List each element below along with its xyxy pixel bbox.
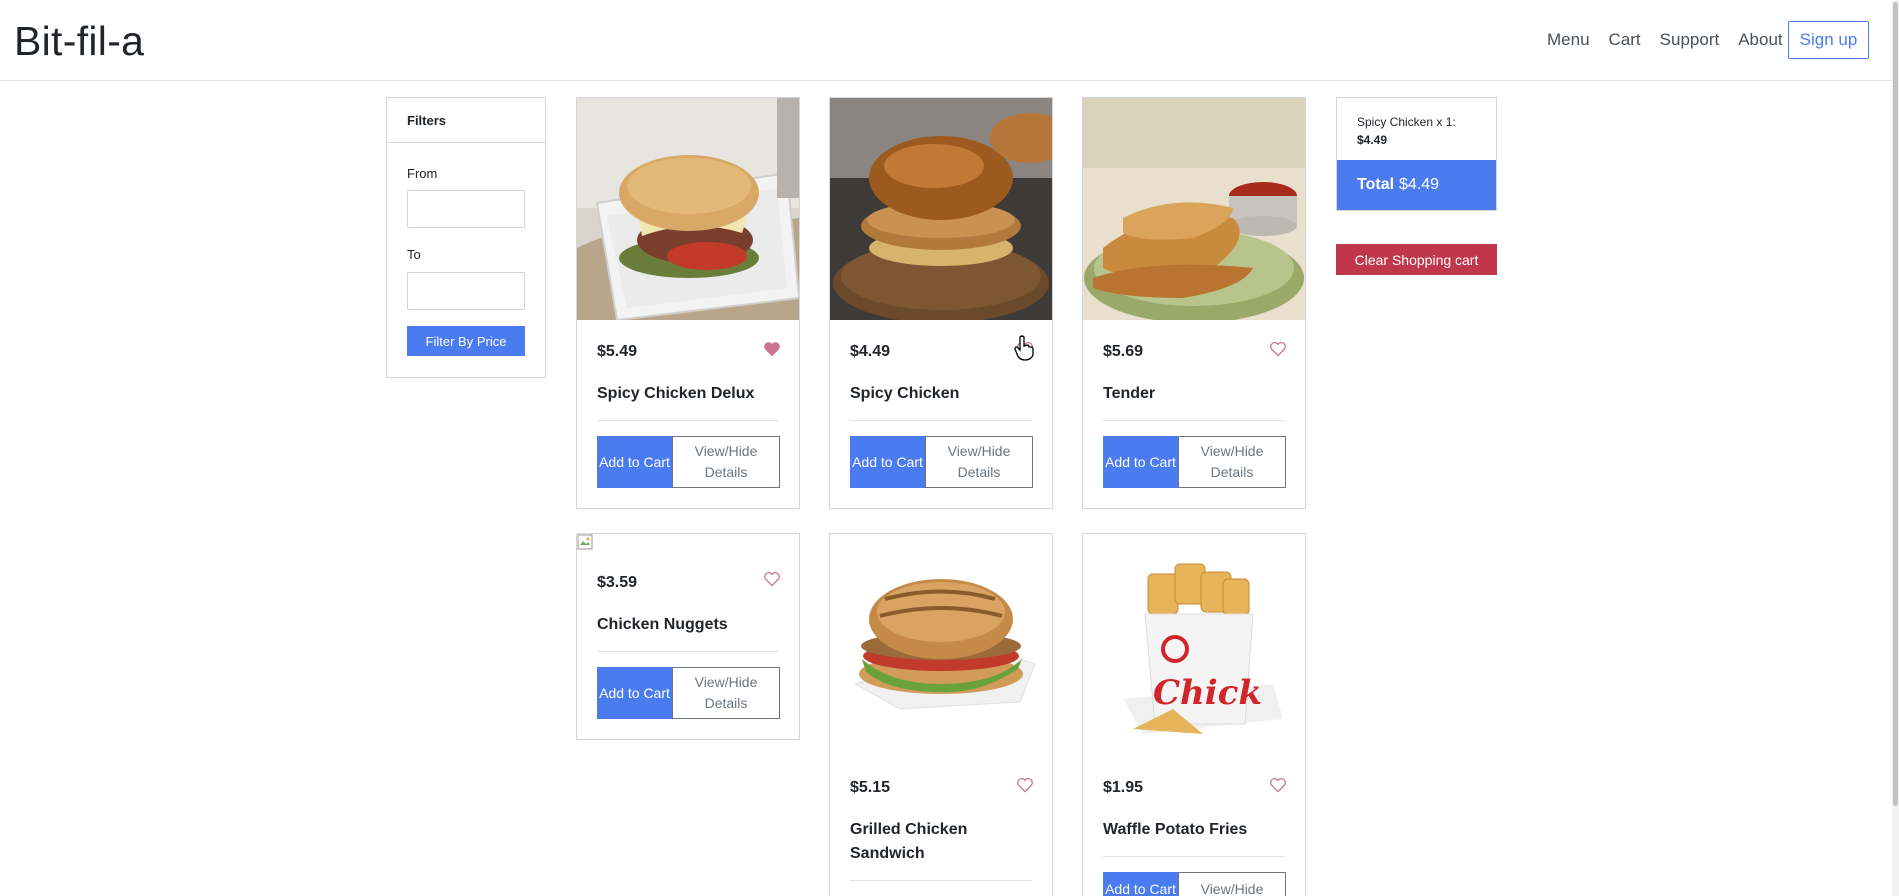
divider	[597, 420, 779, 421]
product-price: $5.69	[1103, 343, 1144, 360]
product-price: $4.49	[850, 343, 891, 360]
brand-logo[interactable]: Bit-fil-a	[14, 18, 144, 65]
view-details-button[interactable]: View/Hide Details	[1178, 436, 1286, 488]
to-label: To	[407, 247, 421, 262]
heart-outline-icon[interactable]	[763, 571, 781, 587]
add-to-cart-button[interactable]: Add to Cart	[1103, 872, 1178, 896]
product-price: $3.59	[597, 574, 638, 591]
heart-outline-icon[interactable]	[1016, 777, 1034, 793]
divider	[850, 880, 1032, 881]
svg-text:Chick: Chick	[1153, 673, 1262, 713]
spicy-chicken-deluxe-image	[577, 98, 799, 320]
product-name: Waffle Potato Fries	[1103, 821, 1248, 838]
divider	[850, 420, 1032, 421]
cart-item-text: Spicy Chicken x 1:	[1357, 115, 1456, 129]
scrollbar-thumb[interactable]	[1893, 2, 1898, 806]
top-navbar: Bit-fil-a Menu Cart Support About Sign u…	[0, 0, 1899, 81]
from-label: From	[407, 166, 438, 181]
product-card: Chick $1.95 Waffle Potato Fries Add to C…	[1082, 533, 1306, 896]
product-name: Spicy Chicken	[850, 385, 960, 402]
clear-cart-button[interactable]: Clear Shopping cart	[1336, 244, 1497, 275]
product-card: $5.49 Spicy Chicken Delux Add to Cart Vi…	[576, 97, 800, 509]
signup-button[interactable]: Sign up	[1788, 21, 1869, 59]
view-details-button[interactable]: View/Hide Details	[925, 436, 1033, 488]
divider	[1103, 856, 1285, 857]
product-name: Grilled Chicken Sandwich	[850, 821, 968, 862]
filters-title: Filters	[387, 98, 545, 143]
cart-panel: Spicy Chicken x 1: $4.49 Total $4.49	[1336, 97, 1497, 211]
tender-image	[1083, 98, 1305, 320]
view-details-button[interactable]: View/Hide Details	[672, 436, 780, 488]
product-card: $5.15 Grilled Chicken Sandwich	[829, 533, 1053, 896]
heart-outline-icon[interactable]	[1269, 341, 1287, 357]
product-price: $5.49	[597, 343, 638, 360]
hand-cursor-icon	[1014, 335, 1034, 361]
nav-cart[interactable]: Cart	[1609, 30, 1641, 50]
heart-filled-icon[interactable]	[763, 341, 781, 357]
product-card: $3.59 Chicken Nuggets Add to Cart View/H…	[576, 533, 800, 740]
filters-panel: Filters From To Filter By Price	[386, 97, 546, 378]
nav-links: Menu Cart Support About	[1527, 30, 1783, 50]
add-to-cart-button[interactable]: Add to Cart	[850, 436, 925, 488]
nav-menu[interactable]: Menu	[1547, 30, 1590, 50]
product-name: Spicy Chicken Delux	[597, 385, 755, 402]
product-card: $5.69 Tender Add to Cart View/Hide Detai…	[1082, 97, 1306, 509]
view-details-button[interactable]: View/Hide Details	[1178, 872, 1286, 896]
filter-by-price-button[interactable]: Filter By Price	[407, 326, 525, 356]
product-card: $4.49 Spicy Chicken Add to Cart View/Hid…	[829, 97, 1053, 509]
grilled-chicken-sandwich-image	[830, 534, 1052, 756]
divider	[597, 651, 779, 652]
cart-total-label: Total	[1357, 176, 1395, 193]
nav-support[interactable]: Support	[1660, 30, 1720, 50]
product-price: $5.15	[850, 779, 891, 796]
cart-total: Total $4.49	[1337, 160, 1496, 210]
cart-item: Spicy Chicken x 1: $4.49	[1337, 98, 1496, 160]
heart-outline-icon[interactable]	[1269, 777, 1287, 793]
from-price-input[interactable]	[407, 190, 525, 228]
cart-total-value: $4.49	[1399, 176, 1440, 193]
broken-image-icon	[577, 534, 593, 550]
waffle-fries-image: Chick	[1083, 534, 1305, 756]
divider	[1103, 420, 1285, 421]
add-to-cart-button[interactable]: Add to Cart	[1103, 436, 1178, 488]
view-details-button[interactable]: View/Hide Details	[672, 667, 780, 719]
cart-item-price: $4.49	[1357, 133, 1388, 147]
product-price: $1.95	[1103, 779, 1144, 796]
nav-about[interactable]: About	[1738, 30, 1782, 50]
to-price-input[interactable]	[407, 272, 525, 310]
product-name: Tender	[1103, 385, 1156, 402]
spicy-chicken-image	[830, 98, 1052, 320]
add-to-cart-button[interactable]: Add to Cart	[597, 436, 672, 488]
product-name: Chicken Nuggets	[597, 616, 728, 633]
add-to-cart-button[interactable]: Add to Cart	[597, 667, 672, 719]
